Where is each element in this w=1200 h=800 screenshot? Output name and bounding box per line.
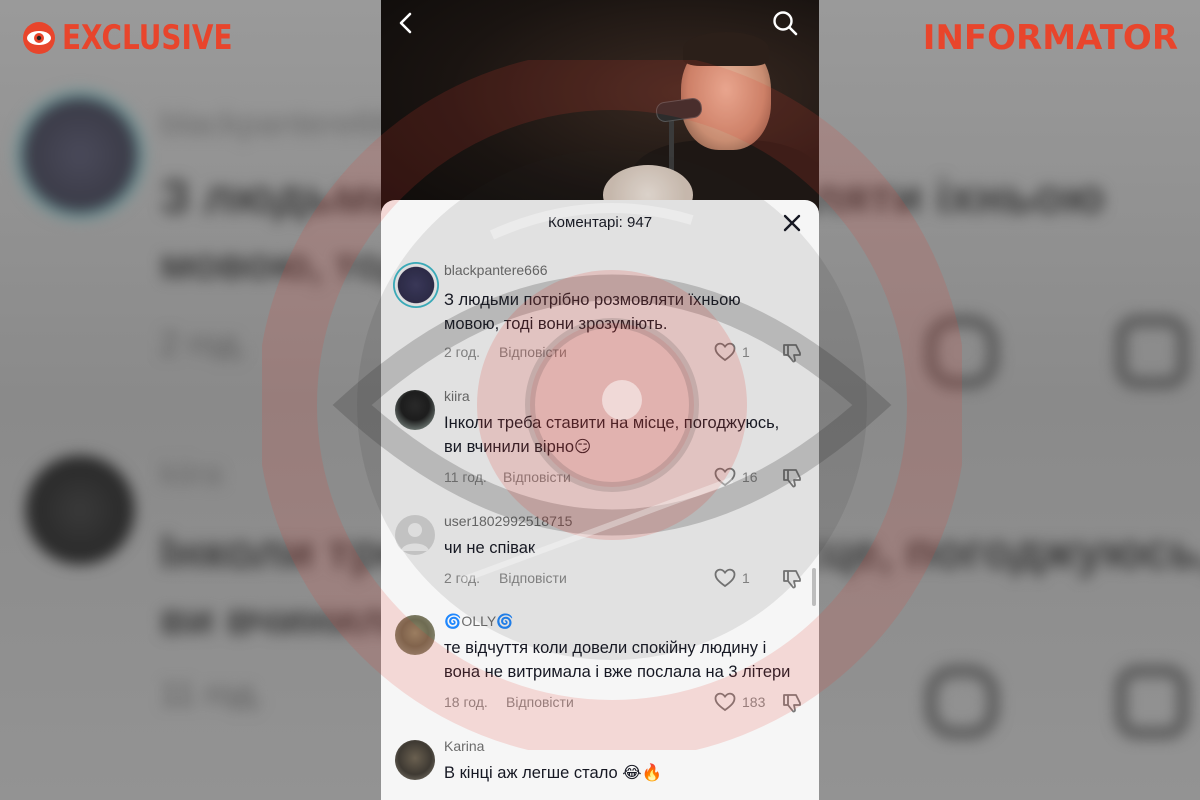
eye-logo-icon [23, 22, 55, 54]
bg-text-5: kiira [160, 455, 223, 493]
like-button[interactable]: 1 [714, 568, 750, 588]
comment-item: kiira Інколи треба ставити на місце, пог… [381, 388, 819, 498]
comment-item: 🌀OLLY🌀 те відчуття коли довели спокійну … [381, 613, 819, 723]
like-count: 1 [742, 570, 750, 586]
dislike-button[interactable] [781, 692, 803, 719]
heart-icon [714, 342, 736, 362]
reply-button[interactable]: Відповісти [503, 469, 571, 485]
video-frame [381, 0, 819, 230]
comment-text: В кінці аж легше стало 😂🔥 [444, 761, 806, 785]
bg-avatar-1 [15, 90, 145, 220]
bg-dislike-shape-2 [1115, 665, 1189, 739]
thumbs-down-icon [783, 344, 801, 363]
reply-button[interactable]: Відповісти [499, 570, 567, 586]
scrollbar-thumb[interactable] [812, 568, 816, 606]
avatar[interactable] [393, 262, 439, 308]
exclusive-logo: EXCLUSIVE [22, 18, 270, 58]
comment-line: В кінці аж легше стало 😂🔥 [444, 764, 663, 782]
comment-username[interactable]: blackpantere666 [444, 262, 548, 278]
like-button[interactable]: 183 [714, 692, 765, 712]
person-hair [683, 32, 769, 66]
reply-button[interactable]: Відповісти [499, 344, 567, 360]
exclusive-label: EXCLUSIVE [62, 18, 233, 58]
search-button[interactable] [770, 8, 800, 38]
bg-text-1: blackpantere666 [160, 105, 412, 143]
like-count: 16 [742, 469, 758, 485]
comment-item: blackpantere666 З людьми потрібно розмов… [381, 262, 819, 372]
comment-item: Karina В кінці аж легше стало 😂🔥 [381, 738, 819, 800]
phone-screen: Коментарі: 947 blackpantere666 З людьми … [381, 0, 819, 800]
like-count: 1 [742, 344, 750, 360]
heart-icon [714, 467, 736, 487]
comment-text: чи не співак [444, 536, 806, 560]
thumbs-down-icon [783, 570, 801, 589]
thumbs-down-icon [783, 694, 801, 713]
comment-username[interactable]: 🌀OLLY🌀 [444, 613, 514, 630]
comment-line: ви вчинили вірно😏 [444, 438, 592, 456]
avatar[interactable] [395, 740, 435, 780]
heart-icon [714, 568, 736, 588]
comment-text: Інколи треба ставити на місце, погоджуюс… [444, 411, 806, 459]
bg-text-4: 2 год. [160, 325, 248, 363]
informator-label: INFORMATOR [922, 18, 1178, 58]
close-icon [783, 214, 801, 232]
comment-line: чи не співак [444, 539, 536, 557]
bg-heart-shape-1 [925, 315, 999, 389]
dislike-button[interactable] [781, 467, 803, 494]
comment-username[interactable]: Karina [444, 738, 484, 754]
chevron-left-icon [399, 12, 412, 34]
dislike-button[interactable] [781, 568, 803, 595]
avatar[interactable] [395, 390, 435, 430]
bg-text-8: 11 год. [160, 675, 264, 713]
bg-dislike-shape-1 [1115, 315, 1189, 389]
reply-button[interactable]: Відповісти [506, 694, 574, 710]
bg-text-7: ви вчинили [160, 595, 413, 644]
comment-username[interactable]: kiira [444, 388, 470, 404]
like-button[interactable]: 1 [714, 342, 750, 362]
comment-time: 2 год. [444, 570, 481, 586]
default-avatar-icon [401, 523, 429, 551]
thumbs-down-icon [783, 469, 801, 488]
like-count: 183 [742, 694, 766, 710]
like-button[interactable]: 16 [714, 467, 758, 487]
comments-sheet: Коментарі: 947 blackpantere666 З людьми … [381, 200, 819, 800]
informator-logo: INFORMATOR [923, 18, 1178, 58]
back-button[interactable] [391, 8, 421, 38]
comment-time: 2 год. [444, 344, 481, 360]
comment-username[interactable]: user1802992518715 [444, 513, 572, 529]
comments-count-title: Коментарі: 947 [547, 214, 653, 231]
dislike-button[interactable] [781, 342, 803, 369]
comment-text: З людьми потрібно розмовляти їхньою мово… [444, 288, 806, 336]
avatar[interactable] [395, 515, 435, 555]
heart-icon [714, 692, 736, 712]
comment-item: user1802992518715 чи не співак 2 год. Ві… [381, 513, 819, 593]
comment-time: 18 год. [444, 694, 488, 710]
bg-heart-shape-2 [925, 665, 999, 739]
comment-text: те відчуття коли довели спокійну людину … [444, 636, 806, 684]
comment-line: З людьми потрібно розмовляти їхньою [444, 291, 741, 309]
close-button[interactable] [779, 210, 805, 236]
comment-line: те відчуття коли довели спокійну людину … [444, 639, 767, 657]
comment-time: 11 год. [444, 469, 487, 485]
comment-line: Інколи треба ставити на місце, погоджуюс… [444, 414, 780, 432]
search-icon [773, 11, 798, 36]
comment-line: вона не витримала і вже послала на 3 літ… [444, 663, 791, 681]
comment-line: мовою, тоді вони зрозуміють. [444, 315, 668, 333]
bg-avatar-2 [25, 455, 135, 565]
avatar[interactable] [395, 615, 435, 655]
